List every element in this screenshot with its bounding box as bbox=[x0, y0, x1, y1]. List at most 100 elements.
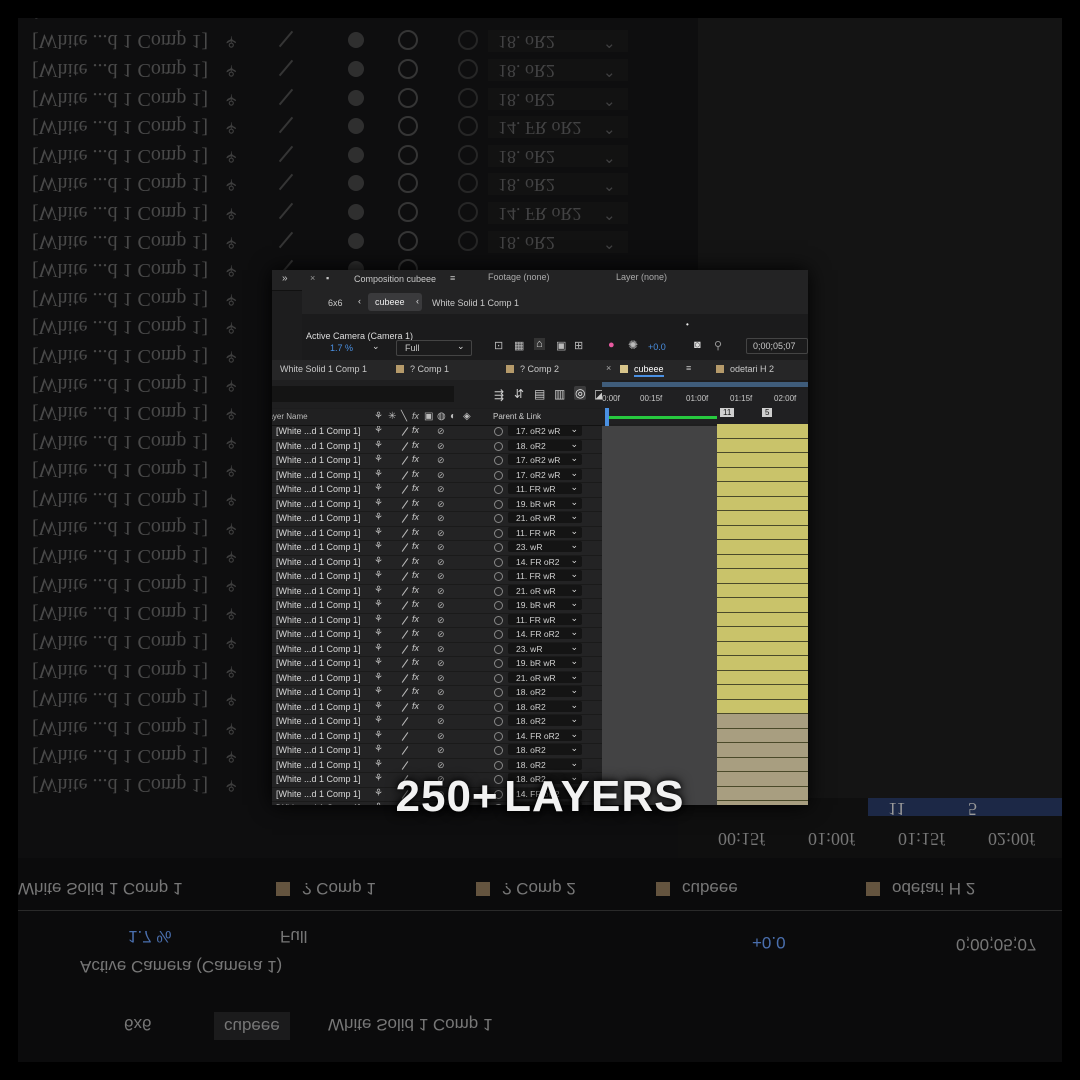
breadcrumb-current[interactable]: cubeee bbox=[368, 293, 422, 311]
layer-row[interactable]: [White ...d 1 Comp 1] ⚘ fx ⊘ 14. FR oR2 ⌄ bbox=[272, 555, 602, 570]
motion-blur-toggle-icon[interactable]: ⊘ bbox=[437, 542, 445, 553]
quality-toggle-icon[interactable] bbox=[401, 427, 409, 436]
quality-toggle-icon[interactable] bbox=[401, 615, 409, 625]
parent-pickwhip-icon[interactable] bbox=[494, 731, 503, 741]
layer-name-header[interactable]: Layer Name bbox=[272, 412, 308, 421]
layer-name[interactable]: [White ...d 1 Comp 1] bbox=[276, 702, 361, 712]
current-time-indicator[interactable] bbox=[605, 408, 609, 426]
motion-blur-toggle-icon[interactable]: ⊘ bbox=[437, 644, 445, 655]
parent-select[interactable]: 21. oR wR ⌄ bbox=[508, 671, 582, 683]
shy-toggle-icon[interactable]: ⚘ bbox=[374, 541, 383, 552]
quality-toggle-icon[interactable] bbox=[401, 557, 409, 567]
layer-duration-bar[interactable] bbox=[717, 583, 808, 598]
parent-link-header[interactable]: Parent & Link bbox=[493, 412, 541, 421]
comp-tab[interactable]: cubeee bbox=[634, 364, 664, 377]
parent-select[interactable]: 11. FR wR ⌄ bbox=[508, 569, 582, 581]
quality-toggle-icon[interactable] bbox=[401, 702, 409, 712]
layer-name[interactable]: [White ...d 1 Comp 1] bbox=[276, 760, 361, 770]
layer-duration-bar[interactable] bbox=[717, 438, 808, 453]
parent-pickwhip-icon[interactable] bbox=[494, 659, 503, 668]
parent-pickwhip-icon[interactable] bbox=[494, 557, 503, 567]
quality-toggle-icon[interactable] bbox=[401, 688, 409, 697]
shy-toggle-icon[interactable]: ⚘ bbox=[374, 614, 383, 625]
quality-toggle-icon[interactable] bbox=[401, 644, 409, 654]
layer-row[interactable]: [White ...d 1 Comp 1] ⚘ fx ⊘ 11. FR wR ⌄ bbox=[272, 569, 602, 585]
layer-row[interactable]: [White ...d 1 Comp 1] ⚘ fx ⊘ 19. bR wR ⌄ bbox=[272, 497, 602, 512]
show-snapshot-icon[interactable]: ⚲ bbox=[714, 339, 722, 352]
work-area-track[interactable] bbox=[602, 382, 808, 387]
quality-toggle-icon[interactable] bbox=[401, 456, 409, 465]
parent-select[interactable]: 19. bR wR ⌄ bbox=[508, 598, 582, 610]
parent-select[interactable]: 14. FR oR2 ⌄ bbox=[508, 627, 582, 639]
shy-toggle-icon[interactable]: ⚘ bbox=[374, 759, 383, 770]
parent-pickwhip-icon[interactable] bbox=[494, 485, 503, 494]
parent-pickwhip-icon[interactable] bbox=[494, 499, 503, 509]
shy-toggle-icon[interactable]: ⚘ bbox=[374, 672, 383, 683]
parent-select[interactable]: 23. wR ⌄ bbox=[508, 642, 582, 654]
comp-flowchart-icon[interactable]: ⇶ bbox=[494, 388, 504, 402]
shy-toggle-icon[interactable]: ⚘ bbox=[374, 585, 383, 596]
quality-toggle-icon[interactable] bbox=[401, 528, 409, 538]
layer-row[interactable]: [White ...d 1 Comp 1] ⚘ fx ⊘ 17. oR2 wR ⌄ bbox=[272, 453, 602, 469]
parent-pickwhip-icon[interactable] bbox=[494, 644, 503, 654]
parent-select[interactable]: 18. oR2 ⌄ bbox=[508, 700, 582, 712]
motion-blur-toggle-icon[interactable]: ⊘ bbox=[437, 687, 445, 698]
shy-toggle-icon[interactable]: ⚘ bbox=[374, 701, 383, 712]
parent-select[interactable]: 18. oR2 ⌄ bbox=[508, 439, 582, 451]
mask-visibility-icon[interactable]: ⌂ bbox=[534, 338, 545, 350]
parent-select[interactable]: 17. oR2 wR ⌄ bbox=[508, 468, 582, 480]
marker-label[interactable]: 11 bbox=[720, 408, 735, 417]
shy-toggle-icon[interactable]: ⚘ bbox=[374, 643, 383, 654]
parent-pickwhip-icon[interactable] bbox=[494, 673, 503, 683]
layer-name[interactable]: [White ...d 1 Comp 1] bbox=[276, 687, 361, 697]
shy-toggle-icon[interactable]: ⚘ bbox=[374, 730, 383, 741]
marker-label[interactable]: 5 bbox=[762, 408, 773, 417]
layer-duration-bar[interactable] bbox=[717, 757, 808, 772]
motion-blur-toggle-icon[interactable]: ⊘ bbox=[437, 716, 445, 727]
parent-pickwhip-icon[interactable] bbox=[494, 543, 503, 552]
parent-select[interactable]: 14. FR oR2 ⌄ bbox=[508, 729, 582, 741]
layer-row[interactable]: [White ...d 1 Comp 1] ⚘ fx ⊘ 19. bR wR ⌄ bbox=[272, 656, 602, 672]
layer-row[interactable]: [White ...d 1 Comp 1] ⚘ fx ⊘ 17. oR2 wR ⌄ bbox=[272, 426, 602, 440]
quality-toggle-icon[interactable] bbox=[401, 601, 409, 610]
channels-icon[interactable]: ● bbox=[608, 339, 615, 351]
layer-name[interactable]: [White ...d 1 Comp 1] bbox=[276, 745, 361, 755]
parent-pickwhip-icon[interactable] bbox=[494, 528, 503, 538]
shy-toggle-icon[interactable]: ⚘ bbox=[374, 469, 383, 480]
layer-duration-bar[interactable] bbox=[717, 627, 808, 642]
parent-select[interactable]: 17. oR2 wR ⌄ bbox=[508, 453, 582, 465]
3d-view-icon[interactable]: ⊞ bbox=[574, 339, 583, 352]
parent-pickwhip-icon[interactable] bbox=[494, 746, 503, 755]
guides-icon[interactable]: ▣ bbox=[556, 339, 566, 352]
layer-duration-bar[interactable] bbox=[717, 511, 808, 526]
shy-toggle-icon[interactable]: ⚘ bbox=[374, 686, 383, 697]
parent-pickwhip-icon[interactable] bbox=[494, 514, 503, 523]
frame-blending-icon[interactable]: ▥ bbox=[554, 387, 565, 401]
layer-duration-bar[interactable] bbox=[717, 685, 808, 700]
layer-duration-bar[interactable] bbox=[717, 467, 808, 482]
comp-tab[interactable]: White Solid 1 Comp 1 bbox=[280, 364, 367, 374]
quality-toggle-icon[interactable] bbox=[401, 731, 409, 741]
effects-toggle-icon[interactable]: fx bbox=[412, 585, 419, 595]
shy-toggle-icon[interactable]: ⚘ bbox=[374, 483, 383, 494]
region-of-interest-icon[interactable]: ⊡ bbox=[494, 339, 503, 352]
shy-toggle-icon[interactable]: ⚘ bbox=[374, 454, 383, 465]
layer-name[interactable]: [White ...d 1 Comp 1] bbox=[276, 426, 361, 436]
shy-toggle-icon[interactable]: ⚘ bbox=[374, 657, 383, 668]
quality-toggle-icon[interactable] bbox=[401, 673, 409, 683]
snapshot-camera-icon[interactable]: ◙ bbox=[694, 339, 701, 351]
tab-menu-icon[interactable]: ≡ bbox=[686, 363, 691, 373]
layer-name[interactable]: [White ...d 1 Comp 1] bbox=[276, 586, 361, 596]
quality-toggle-icon[interactable] bbox=[401, 760, 409, 770]
layer-name[interactable]: [White ...d 1 Comp 1] bbox=[276, 513, 361, 523]
timecode-field[interactable]: 0;00;05;07 bbox=[746, 338, 808, 354]
work-area-bar[interactable] bbox=[607, 416, 717, 419]
composition-panel-tab[interactable]: Composition cubeee bbox=[354, 274, 436, 284]
comp-tab[interactable]: odetari H 2 bbox=[730, 364, 774, 374]
parent-select[interactable]: 19. bR wR ⌄ bbox=[508, 656, 582, 668]
quality-toggle-icon[interactable] bbox=[401, 485, 409, 494]
footage-panel-tab[interactable]: Footage (none) bbox=[488, 272, 550, 282]
parent-select[interactable]: 21. oR wR ⌄ bbox=[508, 511, 582, 523]
layer-search-input[interactable] bbox=[272, 386, 454, 402]
layer-duration-bar[interactable] bbox=[717, 554, 808, 569]
